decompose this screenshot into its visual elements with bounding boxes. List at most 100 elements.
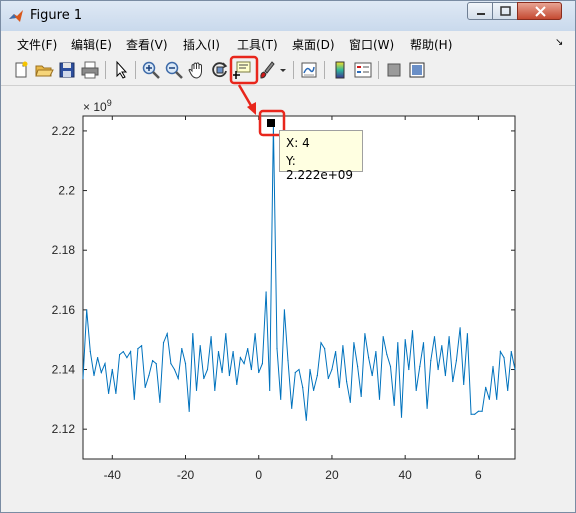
data-point — [320, 342, 322, 344]
data-point — [265, 291, 267, 293]
data-point — [144, 386, 146, 388]
data-point — [173, 368, 176, 371]
data-point — [97, 357, 99, 359]
y-exponent-label: × 109 — [83, 98, 112, 114]
data-point — [507, 389, 509, 391]
data-point — [452, 380, 454, 383]
y-tick-label: 2.16 — [52, 303, 76, 317]
data-point — [141, 345, 143, 347]
data-point — [137, 348, 139, 350]
data-point — [411, 330, 414, 332]
data-point — [313, 389, 315, 391]
data-point — [437, 368, 439, 371]
data-point — [357, 365, 359, 368]
data-point — [433, 336, 436, 338]
data-point — [214, 389, 216, 391]
data-point — [100, 371, 102, 374]
data-point — [324, 348, 326, 350]
y-tick-label: 2.2 — [58, 184, 75, 198]
data-point — [353, 342, 355, 344]
data-point — [400, 416, 403, 418]
x-tick-label: -20 — [177, 468, 195, 482]
data-point — [415, 389, 417, 391]
data-point — [89, 351, 91, 353]
data-point — [122, 351, 124, 353]
datatip-y: Y: 2.222e+09 — [286, 154, 354, 182]
data-point — [485, 386, 487, 388]
data-point — [488, 398, 490, 400]
data-point — [225, 333, 227, 335]
data-point — [188, 410, 190, 412]
data-point — [152, 360, 154, 362]
data-point — [455, 360, 457, 362]
data-point — [378, 398, 381, 400]
data-point — [463, 383, 465, 385]
data-point — [448, 336, 450, 338]
data-point — [302, 386, 304, 388]
data-point — [291, 407, 293, 409]
data-point — [419, 365, 421, 368]
datatip-tooltip[interactable]: X: 4 Y: 2.222e+09 — [279, 130, 363, 182]
data-point — [250, 368, 252, 371]
data-point — [192, 333, 194, 335]
data-point — [441, 345, 443, 347]
y-tick-label: 2.22 — [52, 124, 76, 138]
data-point — [203, 377, 205, 380]
data-point — [283, 309, 285, 311]
data-point — [477, 410, 479, 412]
data-point — [466, 333, 468, 335]
data-point — [368, 357, 370, 359]
data-point — [346, 380, 348, 383]
data-point — [104, 363, 106, 365]
data-point — [492, 365, 494, 368]
data-point — [422, 342, 425, 344]
data-point — [243, 363, 245, 365]
data-point — [338, 386, 340, 388]
data-point — [276, 348, 278, 350]
data-point — [444, 374, 446, 377]
data-point — [195, 389, 198, 391]
data-point — [389, 365, 392, 368]
data-point — [162, 342, 165, 344]
data-point — [386, 354, 388, 356]
data-point — [239, 357, 241, 359]
figure-window: Figure 1 文件(F) 编辑(E) 查看(V) 插入(I) 工具(T) 桌… — [0, 0, 576, 513]
data-point — [111, 368, 113, 371]
x-tick-label: 40 — [398, 468, 412, 482]
data-point — [261, 363, 263, 365]
data-point — [287, 360, 289, 362]
data-point — [510, 351, 512, 353]
y-tick-label: 2.12 — [52, 422, 76, 436]
data-point — [155, 363, 157, 365]
data-point — [496, 398, 498, 400]
data-point — [133, 398, 135, 400]
data-point — [108, 392, 110, 394]
data-point — [148, 374, 150, 377]
data-point — [470, 413, 472, 415]
data-point — [474, 413, 476, 415]
data-point — [514, 368, 516, 371]
data-point — [342, 345, 344, 347]
data-point — [393, 404, 395, 406]
datatip-x: X: 4 — [286, 136, 310, 150]
data-point — [170, 363, 172, 365]
data-point — [360, 395, 362, 397]
data-point — [335, 351, 337, 353]
y-tick-label: 2.14 — [52, 363, 76, 377]
data-point — [316, 374, 318, 377]
data-point — [210, 336, 212, 338]
data-point — [159, 401, 161, 403]
data-point — [184, 363, 187, 365]
data-point — [430, 360, 432, 362]
data-point — [309, 368, 311, 371]
datatip-marker[interactable] — [267, 119, 275, 127]
data-point — [481, 410, 483, 412]
x-tick-label: 6 — [475, 468, 482, 482]
x-tick-label: 0 — [255, 468, 262, 482]
data-point — [371, 374, 373, 377]
data-point — [247, 348, 249, 350]
data-point — [130, 351, 132, 353]
x-tick-label: 20 — [325, 468, 339, 482]
highlight-box-data-cursor — [229, 55, 259, 85]
data-point — [408, 368, 410, 371]
